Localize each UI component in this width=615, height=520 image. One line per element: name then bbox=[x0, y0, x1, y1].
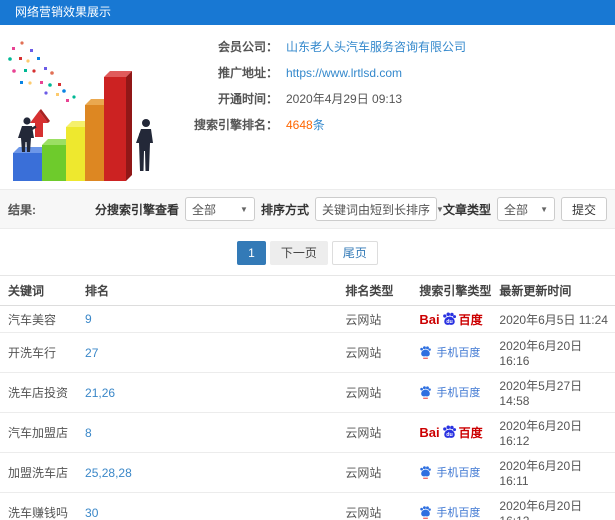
rank-cell: 27 bbox=[81, 332, 342, 373]
updated-cell: 2020年6月5日 11:24 bbox=[495, 305, 615, 333]
keyword-cell: 汽车美容 bbox=[0, 305, 82, 333]
table-row: 洗车赚钱吗30 云网站手机百度 2020年6月20日 16:12 bbox=[0, 492, 615, 520]
rank-type-cell: 云网站 bbox=[341, 332, 416, 373]
submit-button[interactable]: 提交 bbox=[560, 197, 607, 221]
article-type-select[interactable]: 全部 ▼ bbox=[496, 197, 555, 221]
page-1-button[interactable]: 1 bbox=[237, 241, 266, 265]
keyword-cell: 汽车加盟店 bbox=[0, 412, 82, 453]
ranking-table: 关键词 排名 排名类型 搜索引擎类型 最新更新时间 汽车美容 9 云网站 Bai du 百… bbox=[0, 275, 615, 520]
mobile-baidu-logo: 手机百度 bbox=[419, 344, 480, 360]
rank-cell: 8 bbox=[81, 412, 342, 453]
engine-cell: Bai du 百度 bbox=[415, 412, 496, 453]
mobile-baidu-logo: 手机百度 bbox=[419, 464, 480, 480]
marketing-report-page: 网络营销效果展示 会员公司： 山东老人头汽车服务咨询有限公司 推广地址： htt… bbox=[0, 0, 615, 520]
rank-link[interactable]: 30 bbox=[85, 506, 98, 520]
table-row: 洗车店投资 21,26 云网站 手机百度 2020年5月27日 14:58 bbox=[0, 372, 615, 413]
member-company-link[interactable]: 山东老人头汽车服务咨询有限公司 bbox=[286, 39, 466, 55]
rank-count-suffix-link[interactable]: 条 bbox=[313, 117, 325, 133]
article-type-value: 全部 bbox=[503, 202, 528, 217]
filter-group: 分搜索引擎查看 全部 ▼ 排序方式 关键词由短到长排序 ▼ 文章类型 全部 ▼ … bbox=[95, 197, 607, 221]
rank-cell: 9 bbox=[81, 305, 342, 333]
keyword-cell: 洗车店投资 bbox=[0, 372, 82, 413]
chevron-down-icon: ▼ bbox=[540, 204, 548, 214]
engine-cell: 手机百度 bbox=[415, 492, 496, 520]
engine-cell: 手机百度 bbox=[415, 452, 496, 493]
table-row: 汽车加盟店 8 云网站 Bai du 百度 2020年6月20日 16:12 bbox=[0, 412, 615, 453]
rank-type-cell: 云网站 bbox=[341, 305, 416, 333]
chevron-down-icon: ▼ bbox=[240, 204, 248, 214]
rank-type-cell: 云网站 bbox=[341, 412, 416, 453]
col-header-keyword: 关键词 bbox=[0, 275, 82, 306]
page-title: 网络营销效果展示 bbox=[15, 5, 112, 19]
engine-filter-select[interactable]: 全部 ▼ bbox=[184, 197, 255, 221]
table-row: 开洗车行 27 云网站 手机百度 2020年6月20日 16:16 bbox=[0, 332, 615, 373]
keyword-cell: 洗车赚钱吗 bbox=[0, 492, 82, 520]
updated-cell: 2020年6月20日 16:11 bbox=[495, 452, 615, 493]
rank-link[interactable]: 8 bbox=[85, 426, 92, 440]
rank-type-cell: 云网站 bbox=[341, 492, 416, 520]
svg-text:du: du bbox=[446, 318, 453, 324]
next-page-button[interactable]: 下一页 bbox=[269, 241, 328, 265]
info-row-url: 推广地址： https://www.lrtlsd.com bbox=[168, 65, 466, 81]
account-info-section: 会员公司： 山东老人头汽车服务咨询有限公司 推广地址： https://www.… bbox=[0, 25, 615, 187]
updated-cell: 2020年6月20日 16:12 bbox=[495, 492, 615, 520]
result-label: 结果: bbox=[8, 202, 36, 217]
col-header-engine: 搜索引擎类型 bbox=[415, 275, 496, 306]
confetti-dots bbox=[8, 41, 76, 102]
bar-growth-illustration-svg bbox=[8, 41, 153, 181]
sort-filter-label: 排序方式 bbox=[260, 202, 309, 217]
col-header-rank-type: 排名类型 bbox=[341, 275, 416, 306]
rank-type-cell: 云网站 bbox=[341, 452, 416, 493]
last-page-button[interactable]: 尾页 bbox=[331, 241, 378, 265]
sort-filter-value: 关键词由短到长排序 bbox=[321, 202, 430, 217]
rank-cell: 30 bbox=[81, 492, 342, 520]
baidu-logo: Bai du 百度 bbox=[419, 311, 483, 327]
promo-url-link[interactable]: https://www.lrtlsd.com bbox=[286, 65, 402, 81]
open-time-value: 2020年4月29日 09:13 bbox=[286, 92, 403, 106]
marketing-chart-illustration bbox=[0, 33, 168, 185]
engine-rank-label: 搜索引擎排名： bbox=[193, 118, 278, 132]
info-row-rank-count: 搜索引擎排名： 4648 条 bbox=[168, 117, 466, 133]
sort-filter-select[interactable]: 关键词由短到长排序 ▼ bbox=[314, 197, 444, 221]
page-header: 网络营销效果展示 bbox=[0, 0, 615, 25]
engine-filter-label: 分搜索引擎查看 bbox=[94, 202, 179, 217]
member-company-label: 会员公司： bbox=[217, 40, 278, 54]
filter-bar: 结果: 分搜索引擎查看 全部 ▼ 排序方式 关键词由短到长排序 ▼ 文章类型 全… bbox=[0, 189, 615, 229]
open-time-label: 开通时间： bbox=[217, 92, 278, 106]
rank-count-number: 4648 bbox=[286, 118, 313, 132]
updated-cell: 2020年5月27日 14:58 bbox=[495, 372, 615, 413]
rank-cell: 25,28,28 bbox=[81, 452, 342, 493]
info-row-company: 会员公司： 山东老人头汽车服务咨询有限公司 bbox=[168, 39, 466, 55]
article-type-label: 文章类型 bbox=[442, 202, 491, 217]
svg-text:du: du bbox=[446, 432, 453, 438]
rank-link[interactable]: 21,26 bbox=[85, 386, 115, 400]
info-row-open-time: 开通时间： 2020年4月29日 09:13 bbox=[168, 91, 466, 107]
pagination: 1 下一页 尾页 bbox=[0, 241, 615, 265]
keyword-cell: 开洗车行 bbox=[0, 332, 82, 373]
updated-cell: 2020年6月20日 16:12 bbox=[495, 412, 615, 453]
mobile-baidu-logo: 手机百度 bbox=[419, 504, 480, 520]
col-header-updated: 最新更新时间 bbox=[495, 275, 615, 306]
updated-cell: 2020年6月20日 16:16 bbox=[495, 332, 615, 373]
rank-cell: 21,26 bbox=[81, 372, 342, 413]
engine-cell: 手机百度 bbox=[415, 372, 496, 413]
account-info-list: 会员公司： 山东老人头汽车服务咨询有限公司 推广地址： https://www.… bbox=[168, 33, 466, 187]
rank-link[interactable]: 9 bbox=[85, 312, 92, 326]
col-header-rank: 排名 bbox=[81, 275, 342, 306]
mobile-baidu-logo: 手机百度 bbox=[419, 384, 480, 400]
promo-url-label: 推广地址： bbox=[217, 66, 278, 80]
keyword-cell: 加盟洗车店 bbox=[0, 452, 82, 493]
engine-cell: Bai du 百度 bbox=[415, 305, 496, 333]
rank-link[interactable]: 25,28,28 bbox=[85, 466, 132, 480]
businessman-right bbox=[136, 119, 153, 171]
chevron-down-icon: ▼ bbox=[435, 204, 444, 214]
rank-type-cell: 云网站 bbox=[341, 372, 416, 413]
rank-link[interactable]: 27 bbox=[85, 346, 98, 360]
table-row: 汽车美容 9 云网站 Bai du 百度 2020年6月5日 11:24 bbox=[0, 305, 615, 333]
engine-cell: 手机百度 bbox=[415, 332, 496, 373]
table-row: 加盟洗车店 25,28,28 云网站 手机百度 2020年6月20日 16:11 bbox=[0, 452, 615, 493]
engine-filter-value: 全部 bbox=[191, 202, 216, 217]
table-header-row: 关键词 排名 排名类型 搜索引擎类型 最新更新时间 bbox=[0, 275, 615, 306]
baidu-logo: Bai du 百度 bbox=[419, 425, 483, 440]
